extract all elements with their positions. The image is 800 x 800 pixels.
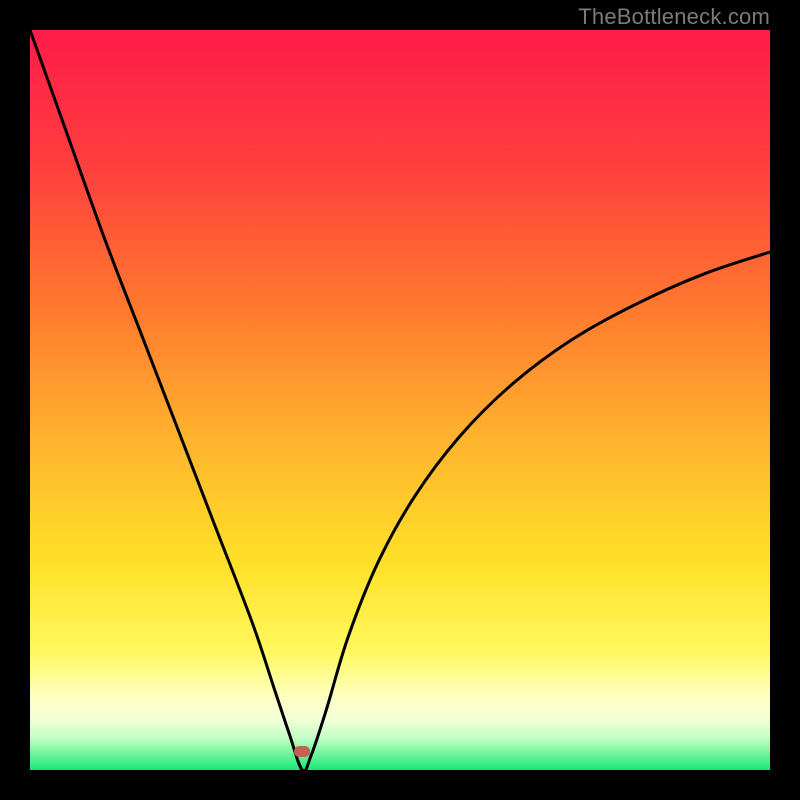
optimal-point-marker xyxy=(294,746,310,757)
chart-frame: TheBottleneck.com xyxy=(0,0,800,800)
bottleneck-curve xyxy=(30,30,770,770)
plot-area xyxy=(30,30,770,770)
watermark-label: TheBottleneck.com xyxy=(578,4,770,30)
